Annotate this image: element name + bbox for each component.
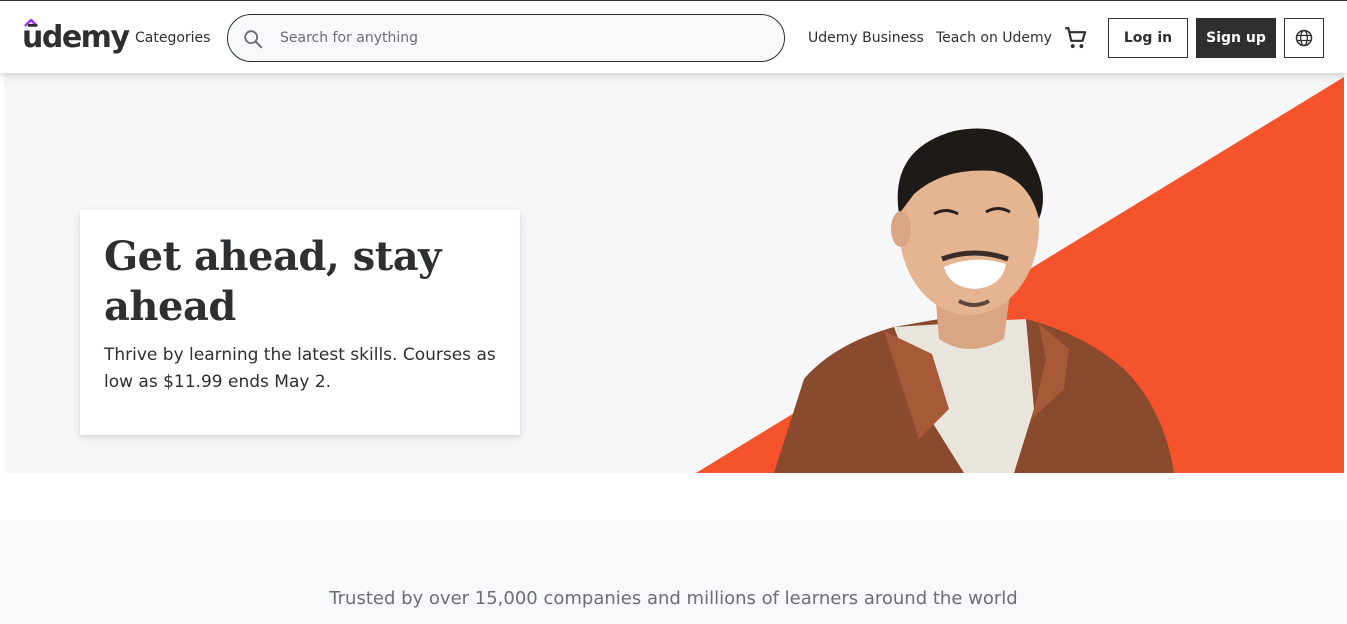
search-input[interactable] bbox=[280, 26, 760, 50]
trusted-by-section: Trusted by over 15,000 companies and mil… bbox=[0, 520, 1347, 624]
top-navigation-bar: ūdemy Categories Udemy Business Teach on… bbox=[0, 0, 1347, 73]
teach-on-udemy-link[interactable]: Teach on Udemy bbox=[936, 28, 1052, 48]
udemy-business-link[interactable]: Udemy Business bbox=[808, 28, 924, 48]
hero-banner: Get ahead, stay ahead Thrive by learning… bbox=[4, 73, 1344, 473]
hero-subtitle: Thrive by learning the latest skills. Co… bbox=[104, 345, 496, 392]
hero-person-image bbox=[774, 128, 1174, 473]
trusted-by-text: Trusted by over 15,000 companies and mil… bbox=[329, 588, 1018, 609]
categories-link[interactable]: Categories bbox=[135, 28, 210, 48]
search-bar[interactable] bbox=[227, 14, 785, 62]
search-icon[interactable] bbox=[242, 28, 264, 50]
login-button[interactable]: Log in bbox=[1108, 18, 1188, 58]
hero-title: Get ahead, stay ahead bbox=[104, 233, 441, 330]
signup-button[interactable]: Sign up bbox=[1196, 18, 1276, 58]
globe-icon bbox=[1295, 29, 1313, 47]
language-button[interactable] bbox=[1284, 18, 1324, 58]
udemy-logo[interactable]: ūdemy bbox=[22, 19, 130, 57]
logo-text: ūdemy bbox=[22, 20, 130, 55]
cart-icon[interactable] bbox=[1063, 25, 1089, 51]
hero-promo-card: Get ahead, stay ahead Thrive by learning… bbox=[80, 210, 520, 435]
